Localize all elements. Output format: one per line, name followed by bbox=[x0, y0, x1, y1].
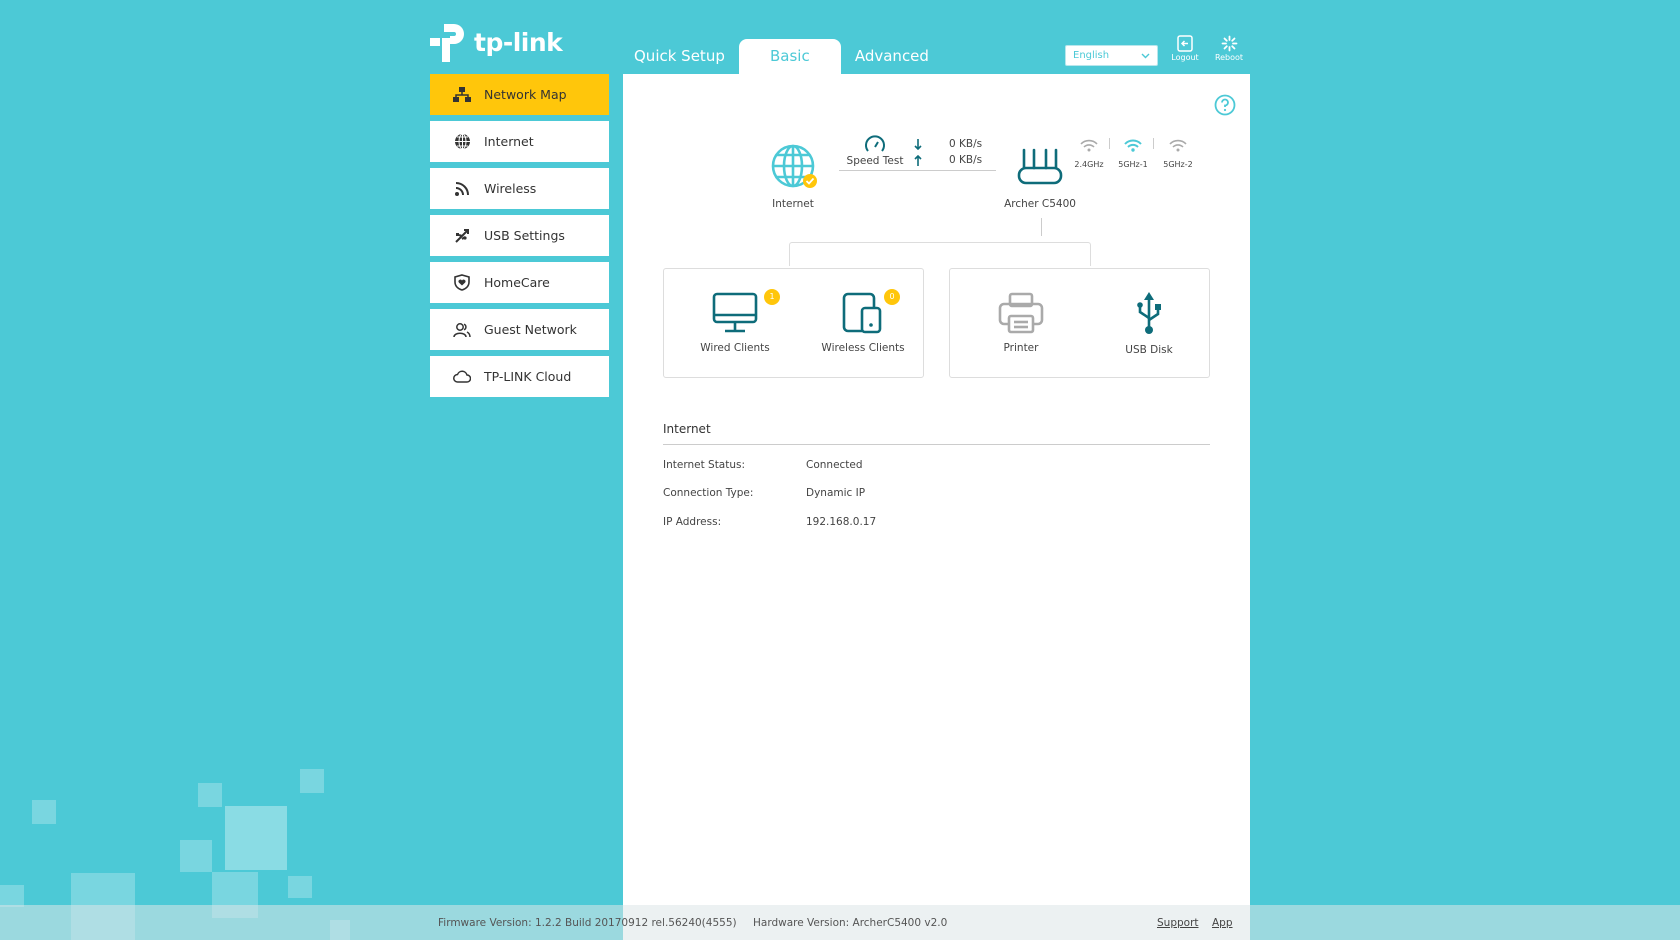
sidebar-item-label: TP-LINK Cloud bbox=[484, 369, 572, 384]
router-label: Archer C5400 bbox=[1004, 198, 1076, 210]
wifi-2g-icon[interactable] bbox=[1080, 139, 1098, 152]
reboot-label: Reboot bbox=[1214, 53, 1244, 62]
logout-icon bbox=[1177, 35, 1193, 52]
usb-disk-button[interactable]: USB Disk bbox=[1094, 292, 1204, 356]
network-map-icon bbox=[452, 85, 472, 105]
monitor-icon bbox=[712, 292, 758, 333]
internet-label: Internet bbox=[772, 198, 814, 210]
top-tabs: Quick Setup Basic Advanced bbox=[620, 39, 943, 74]
info-row-connection-type: Connection Type: Dynamic IP bbox=[663, 487, 865, 499]
band-separator bbox=[1153, 138, 1154, 149]
info-divider bbox=[663, 444, 1210, 445]
printer-label: Printer bbox=[1003, 342, 1039, 354]
info-value: 192.168.0.17 bbox=[806, 516, 877, 528]
tab-advanced[interactable]: Advanced bbox=[841, 39, 943, 74]
info-value: Connected bbox=[806, 459, 863, 471]
band-label-5g2: 5GHz-2 bbox=[1163, 160, 1193, 169]
language-value: English bbox=[1073, 50, 1110, 61]
reboot-button[interactable]: Reboot bbox=[1209, 35, 1249, 62]
band-label-5g1: 5GHz-1 bbox=[1118, 160, 1148, 169]
sidebar-item-guest-network[interactable]: Guest Network bbox=[430, 309, 609, 350]
speedometer-icon bbox=[865, 135, 885, 152]
usb-icon bbox=[452, 226, 472, 246]
download-arrow-icon bbox=[914, 139, 922, 150]
band-label-2g: 2.4GHz bbox=[1074, 160, 1104, 169]
info-key: IP Address: bbox=[663, 516, 722, 528]
internet-globe-icon[interactable] bbox=[771, 144, 819, 190]
hardware-version: Hardware Version: ArcherC5400 v2.0 bbox=[753, 917, 948, 929]
decor-square bbox=[198, 783, 222, 807]
info-key: Internet Status: bbox=[663, 459, 746, 471]
help-icon[interactable] bbox=[1214, 94, 1236, 116]
sidebar-item-label: Wireless bbox=[484, 181, 537, 196]
download-speed: 0 KB/s bbox=[949, 138, 983, 150]
support-link[interactable]: Support bbox=[1157, 917, 1199, 929]
sidebar-item-label: Network Map bbox=[484, 87, 567, 102]
tab-basic[interactable]: Basic bbox=[738, 39, 841, 74]
decor-square bbox=[0, 885, 24, 907]
wireless-clients-count-badge: 0 bbox=[884, 289, 900, 305]
tree-connector bbox=[789, 242, 1091, 266]
sidebar: Network Map Internet Wireless USB Settin… bbox=[430, 74, 609, 403]
guests-icon bbox=[452, 320, 472, 340]
wifi-5g1-icon[interactable] bbox=[1124, 139, 1142, 152]
info-section-title: Internet bbox=[663, 422, 711, 436]
sidebar-item-tp-link-cloud[interactable]: TP-LINK Cloud bbox=[430, 356, 609, 397]
speed-test-label: Speed Test bbox=[846, 155, 904, 167]
page: tp-link Quick Setup Basic Advanced Engli… bbox=[0, 0, 1680, 940]
tab-quick-setup[interactable]: Quick Setup bbox=[620, 39, 739, 74]
wired-clients-count-badge: 1 bbox=[764, 289, 780, 305]
decor-square bbox=[32, 800, 56, 824]
tree-connector bbox=[1041, 218, 1042, 236]
tp-link-logo-icon bbox=[430, 24, 464, 62]
sidebar-item-label: USB Settings bbox=[484, 228, 565, 243]
info-key: Connection Type: bbox=[663, 487, 754, 499]
speed-test-button[interactable]: Speed Test bbox=[845, 135, 905, 167]
sidebar-item-label: Guest Network bbox=[484, 322, 577, 337]
sidebar-item-usb-settings[interactable]: USB Settings bbox=[430, 215, 609, 256]
band-separator bbox=[1109, 138, 1110, 149]
info-row-ip-address: IP Address: 192.168.0.17 bbox=[663, 516, 876, 528]
cloud-icon bbox=[452, 367, 472, 387]
decor-square bbox=[180, 840, 212, 872]
decor-square bbox=[288, 876, 312, 898]
router-icon[interactable] bbox=[1017, 148, 1063, 186]
chevron-down-icon bbox=[1141, 53, 1150, 58]
sidebar-item-wireless[interactable]: Wireless bbox=[430, 168, 609, 209]
usb-disk-icon bbox=[1137, 292, 1161, 334]
sidebar-item-internet[interactable]: Internet bbox=[430, 121, 609, 162]
globe-icon bbox=[452, 132, 472, 152]
sidebar-item-label: HomeCare bbox=[484, 275, 550, 290]
speed-divider bbox=[839, 170, 996, 171]
language-select[interactable]: English bbox=[1065, 45, 1158, 66]
sidebar-item-network-map[interactable]: Network Map bbox=[430, 74, 609, 115]
upload-arrow-icon bbox=[914, 155, 922, 166]
wifi-icon bbox=[452, 179, 472, 199]
wireless-clients-button[interactable]: Wireless Clients bbox=[808, 292, 918, 354]
logout-label: Logout bbox=[1171, 53, 1199, 62]
upload-speed: 0 KB/s bbox=[949, 154, 983, 166]
sidebar-item-homecare[interactable]: HomeCare bbox=[430, 262, 609, 303]
reboot-icon bbox=[1221, 35, 1237, 52]
decor-square bbox=[225, 806, 287, 870]
printer-button[interactable]: Printer bbox=[966, 292, 1076, 354]
tp-link-logo[interactable]: tp-link bbox=[430, 22, 563, 62]
shield-icon bbox=[452, 273, 472, 293]
wireless-clients-label: Wireless Clients bbox=[821, 342, 905, 354]
decor-square bbox=[300, 769, 324, 793]
wired-clients-label: Wired Clients bbox=[700, 342, 770, 354]
logout-button[interactable]: Logout bbox=[1165, 35, 1205, 62]
printer-icon bbox=[998, 292, 1044, 334]
wifi-5g2-icon[interactable] bbox=[1169, 139, 1187, 152]
tablet-phone-icon bbox=[842, 292, 882, 334]
info-value: Dynamic IP bbox=[806, 487, 866, 499]
footer: Firmware Version: 1.2.2 Build 20170912 r… bbox=[0, 905, 1680, 940]
sidebar-item-label: Internet bbox=[484, 134, 534, 149]
main-panel: Internet Speed Test 0 KB/s 0 KB/s Archer… bbox=[623, 74, 1250, 940]
app-link[interactable]: App bbox=[1212, 917, 1233, 929]
usb-disk-label: USB Disk bbox=[1125, 344, 1173, 356]
info-row-internet-status: Internet Status: Connected bbox=[663, 459, 863, 471]
firmware-version: Firmware Version: 1.2.2 Build 20170912 r… bbox=[438, 917, 737, 929]
logo-text: tp-link bbox=[474, 27, 563, 57]
